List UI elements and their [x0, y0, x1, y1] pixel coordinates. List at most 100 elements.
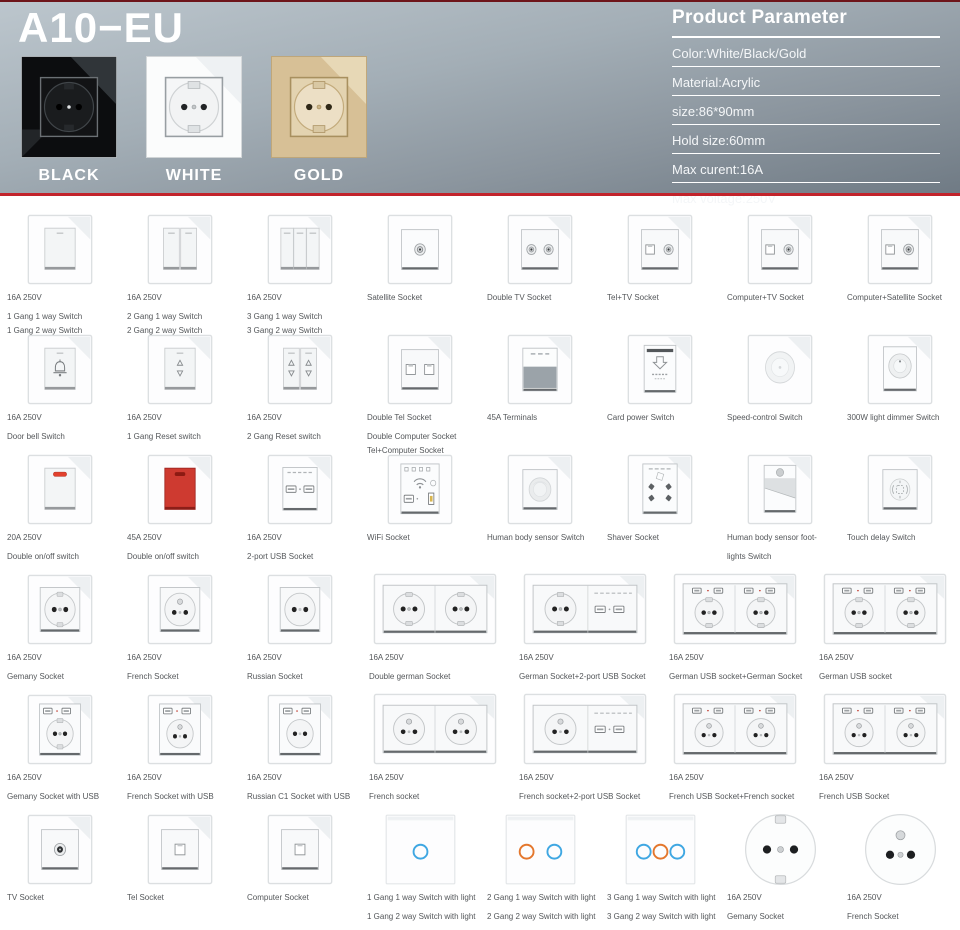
product-item-tel-socket: Tel Socket [120, 808, 240, 926]
thumbnail-wrap [507, 328, 573, 410]
thumbnail-wrap [27, 568, 93, 650]
parameter-row-max-voltage: Max voltage:250V [672, 183, 940, 211]
caption-line: Touch delay Switch [847, 533, 953, 543]
one-gang-reset-switch-image [147, 334, 213, 405]
caption-line: 1 Gang 1 way Switch with light [367, 893, 473, 903]
caption-line: Human body sensor foot- [727, 533, 833, 543]
parameter-row-material: Material:Acrylic [672, 67, 940, 96]
tel-tv-socket-image [627, 214, 693, 285]
thumbnail-wrap [27, 448, 93, 530]
product-caption: Touch delay Switch [847, 533, 953, 552]
product-item-door-bell-switch: 16A 250VDoor bell Switch [0, 328, 120, 459]
product-item-double-french-socket: 16A 250VFrench socket [360, 688, 510, 806]
caption-line: 16A 250V [247, 413, 353, 423]
thumbnail-wrap [867, 208, 933, 290]
product-caption: 3 Gang 1 way Switch with light 3 Gang 2 w… [607, 893, 713, 926]
product-caption: Computer+Satellite Socket [847, 293, 953, 312]
thumbnail-wrap [523, 688, 647, 770]
product-item-german-socket-usb-combo: 16A 250V German Socket+2-port USB Socket [510, 568, 660, 686]
caption-line: Gemany Socket [727, 912, 833, 922]
caption-line: 16A 250V [727, 893, 833, 903]
product-item-tv-socket: TV Socket [0, 808, 120, 926]
caption-line: TV Socket [7, 893, 113, 903]
caption-line: 16A 250V [369, 653, 501, 663]
caption-line: 2 Gang 2 way Switch with light [487, 912, 593, 922]
caption-line: Double on/off switch [7, 552, 113, 562]
german-socket-image [27, 574, 93, 645]
double-tel-socket-image [387, 334, 453, 405]
thumbnail-wrap [627, 448, 693, 530]
grid-row: 16A 250VGemany Socket16A 250VFrench Sock… [0, 568, 960, 688]
caption-line: French Socket with USB [127, 792, 233, 802]
thumbnail-wrap [147, 688, 213, 770]
product-caption: 16A 250VGerman USB socket+German Socket [669, 653, 801, 686]
thumbnail-wrap [27, 328, 93, 410]
speed-control-switch-image [747, 334, 813, 405]
product-caption: 2 Gang 1 way Switch with light2 Gang 2 w… [487, 893, 593, 926]
thumbnail-wrap [147, 448, 213, 530]
thumbnail-wrap [673, 688, 797, 770]
product-item-french-socket-round: 16A 250VFrench Socket [840, 808, 960, 926]
caption-line: French socket [369, 792, 501, 802]
two-gang-reset-switch-image [267, 334, 333, 405]
product-item-card-power-switch: Card power Switch [600, 328, 720, 459]
grid-row: 16A 250V1 Gang 1 way Switch1 Gang 2 way … [0, 208, 960, 328]
product-caption: 300W light dimmer Switch [847, 413, 953, 432]
product-caption: 16A 250VFrench socket+2-port USB Socket [519, 773, 651, 806]
caption-line: Gemany Socket with USB [7, 792, 113, 802]
thumbnail-wrap [267, 568, 333, 650]
thumbnail-wrap [823, 568, 947, 650]
caption-line: 3 Gang 1 way Switch [247, 312, 353, 322]
thumbnail-wrap [267, 448, 333, 530]
caption-line: 16A 250V [847, 893, 953, 903]
caption-line: French Socket [127, 672, 233, 682]
product-item-touch-switch-2gang: 2 Gang 1 way Switch with light2 Gang 2 w… [480, 808, 600, 926]
computer-tv-socket-image [747, 214, 813, 285]
product-caption: Shaver Socket [607, 533, 713, 552]
caption-line: German Socket+2-port USB Socket [519, 672, 651, 682]
product-caption: 16A 250V2-port USB Socket [247, 533, 353, 566]
product-item-german-socket-with-usb: 16A 250V Gemany Socket with USB [0, 688, 120, 806]
thumbnail-wrap [747, 208, 813, 290]
product-caption: Card power Switch [607, 413, 713, 432]
caption-line: Card power Switch [607, 413, 713, 423]
caption-line: 16A 250V [247, 293, 353, 303]
parameter-row-hole-size: Hold size:60mm [672, 125, 940, 154]
product-item-double-onoff-switch-45a: 45A 250VDouble on/off switch [120, 448, 240, 566]
grid-row: TV SocketTel SocketComputer Socket1 Gang… [0, 808, 960, 928]
caption-line: 1 Gang 1 way Switch [7, 312, 113, 322]
caption-line: 3 Gang 1 way Switch with light [607, 893, 713, 903]
product-item-russian-c1-socket-with-usb: 16A 250VRussian C1 Socket with USB [240, 688, 360, 806]
caption-line: Door bell Switch [7, 432, 113, 442]
product-caption: 16A 250VFrench socket [369, 773, 501, 806]
caption-line: Human body sensor Switch [487, 533, 593, 543]
caption-line: Russian Socket [247, 672, 353, 682]
product-item-computer-satellite-socket: Computer+Satellite Socket [840, 208, 960, 339]
white-socket-image [145, 55, 243, 159]
double-tv-socket-image [507, 214, 573, 285]
thumbnail-wrap [743, 808, 818, 890]
caption-line: Double Computer Socket [367, 432, 473, 442]
parameter-title: Product Parameter [672, 7, 940, 38]
german-socket-round-image [743, 812, 818, 887]
product-caption: 16A 250V2 Gang Reset switch [247, 413, 353, 446]
touch-delay-switch-image [867, 454, 933, 525]
french-socket-round-image [863, 812, 938, 887]
caption-line: 16A 250V [127, 653, 233, 663]
product-item-double-tv-socket: Double TV Socket [480, 208, 600, 339]
product-item-german-usb-german-socket: 16A 250VGerman USB socket+German Socket [660, 568, 810, 686]
touch-switch-2gang-image [504, 813, 577, 886]
thumbnail-wrap [147, 208, 213, 290]
thumbnail-wrap [27, 808, 93, 890]
caption-line: 16A 250V [519, 653, 651, 663]
product-item-german-socket: 16A 250VGemany Socket [0, 568, 120, 686]
caption-line: 16A 250V [7, 773, 113, 783]
thumbnail-wrap [624, 808, 697, 890]
product-caption: WiFi Socket [367, 533, 473, 552]
caption-line: Gemany Socket [7, 672, 113, 682]
product-item-french-socket-with-usb: 16A 250VFrench Socket with USB [120, 688, 240, 806]
product-item-german-usb-socket: 16A 250VGerman USB socket [810, 568, 960, 686]
product-item-satellite-socket: Satellite Socket [360, 208, 480, 339]
product-caption: 45A 250VDouble on/off switch [127, 533, 233, 566]
caption-line: 3 Gang 2 way Switch with light [607, 912, 713, 922]
